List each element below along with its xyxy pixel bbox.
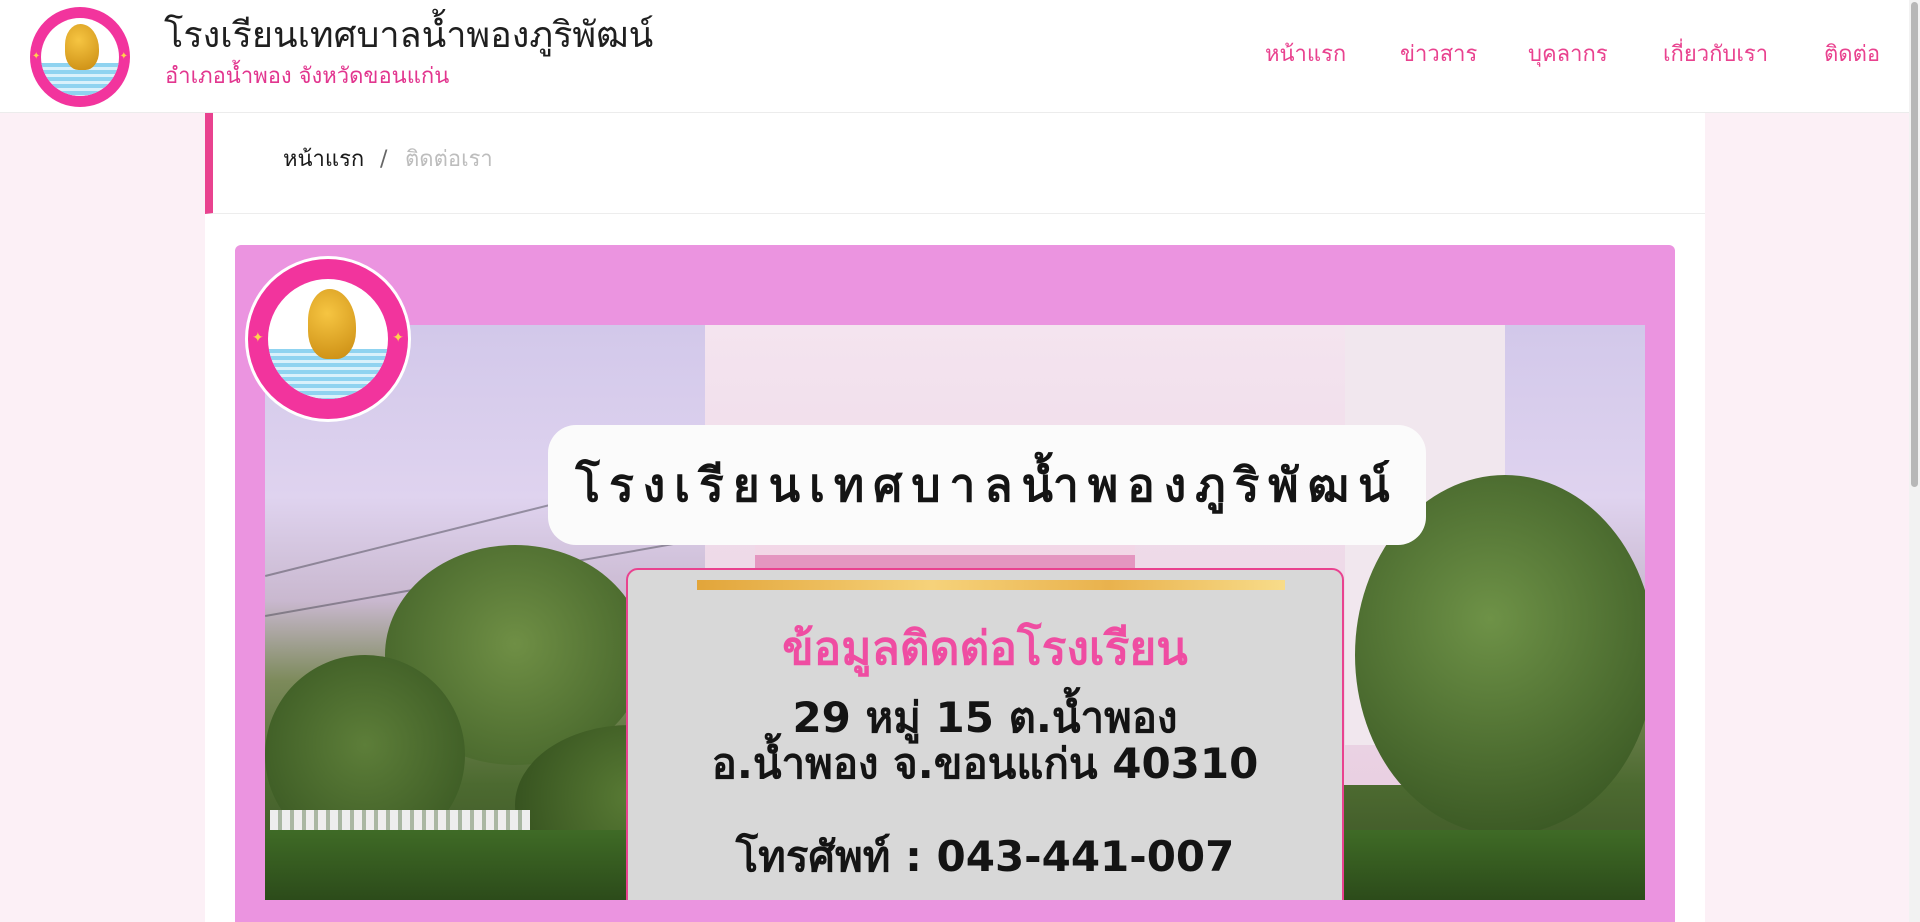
emblem-star-icon: ✦ [252,330,264,346]
contact-heading: ข้อมูลติดต่อโรงเรียน [782,621,1188,675]
emblem-star-icon: ✦ [32,51,41,62]
scrollbar-thumb[interactable] [1911,2,1918,487]
breadcrumb-separator: / [380,147,388,172]
page-scrollbar[interactable] [1909,0,1920,922]
banner-school-name: โรงเรียนเทศบาลน้ำพองภูริพัฒน์ [575,458,1399,512]
nav-home[interactable]: หน้าแรก [1265,38,1346,72]
nav-news[interactable]: ข่าวสาร [1400,38,1477,72]
contact-banner: โรงเรียนเทศบาลน้ำพองภูริพัฒน์ ข้อมูลติดต… [235,245,1675,922]
emblem-star-icon: ✦ [392,330,404,346]
address-line-1: 29 หมู่ 15 ต.น้ำพอง [792,693,1178,742]
emblem-naga [308,289,356,359]
school-emblem-icon[interactable]: ✦ ✦ [30,7,130,107]
emblem-star-icon: ✦ [119,51,128,62]
school-name-pill: โรงเรียนเทศบาลน้ำพองภูริพัฒน์ [548,425,1426,545]
gold-divider-top [697,580,1285,590]
breadcrumb-current: ติดต่อเรา [405,147,493,172]
main-content: หน้าแรก / ติดต่อเรา โรงเรียนเทศบาลน้ำพอง… [205,113,1705,922]
nav-about[interactable]: เกี่ยวกับเรา [1663,38,1768,72]
contact-info-card: ข้อมูลติดต่อโรงเรียน 29 หมู่ 15 ต.น้ำพอง… [626,568,1344,900]
nav-personnel[interactable]: บุคลากร [1528,38,1608,72]
site-title[interactable]: โรงเรียนเทศบาลน้ำพองภูริพัฒน์ [164,12,653,60]
emblem-inner [268,279,388,399]
site-header: ✦ ✦ โรงเรียนเทศบาลน้ำพองภูริพัฒน์ อำเภอน… [0,0,1920,113]
emblem-inner [41,18,119,96]
nav-contact[interactable]: ติดต่อ [1824,38,1880,72]
banner-emblem-icon: ✦ ✦ [248,259,408,419]
address-line-2: อ.น้ำพอง จ.ขอนแก่น 40310 [711,739,1259,788]
phone-number: โทรศัพท์ : 043-441-007 [735,832,1235,881]
site-subtitle: อำเภอน้ำพอง จังหวัดขอนแก่น [165,64,450,89]
emblem-naga [65,24,99,70]
breadcrumb: หน้าแรก / ติดต่อเรา [205,113,1705,214]
school-photo: โรงเรียนเทศบาลน้ำพองภูริพัฒน์ ข้อมูลติดต… [265,325,1645,900]
breadcrumb-home-link[interactable]: หน้าแรก [283,143,364,177]
